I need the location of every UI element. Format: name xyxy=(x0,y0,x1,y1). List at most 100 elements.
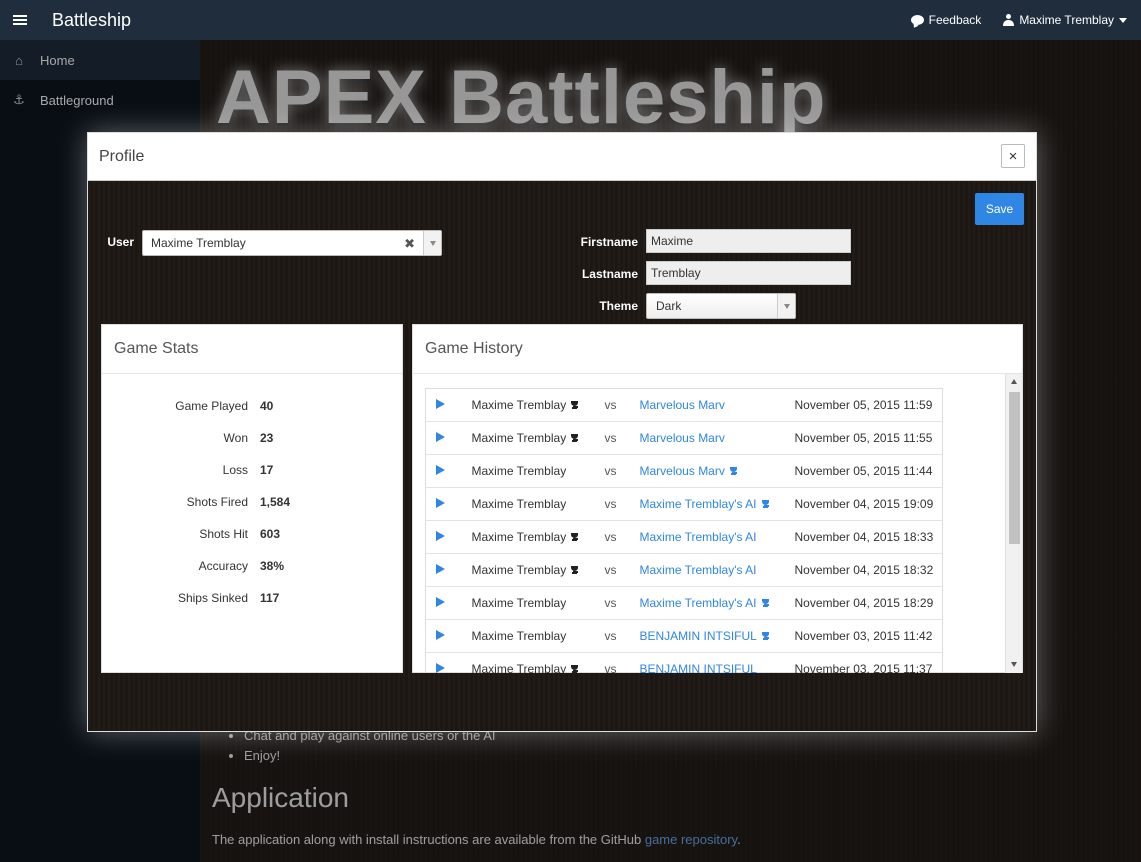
stat-value: 23 xyxy=(260,431,274,445)
vs-label: vs xyxy=(604,421,640,455)
opponent-link[interactable]: Maxime Tremblay's AI xyxy=(640,530,757,544)
replay-cell[interactable] xyxy=(425,619,472,653)
stat-value: 1,584 xyxy=(260,495,291,509)
dropdown-arrow-icon[interactable] xyxy=(777,294,795,318)
trophy-icon xyxy=(761,500,770,509)
trophy-icon xyxy=(729,467,738,476)
user-menu-label: Maxime Tremblay xyxy=(1019,13,1114,27)
play-icon[interactable] xyxy=(436,630,445,640)
opponent-link[interactable]: BENJAMIN INTSIFUL xyxy=(640,662,757,673)
menu-toggle-icon[interactable] xyxy=(0,0,40,40)
opponent-link[interactable]: BENJAMIN INTSIFUL xyxy=(640,629,757,643)
scrollbar[interactable] xyxy=(1005,374,1022,673)
opponent-link[interactable]: Marvelous Marv xyxy=(640,431,725,445)
user-select[interactable]: Maxime Tremblay ✖ xyxy=(142,230,442,256)
profile-dialog: Profile × Save User Maxime Tremblay ✖ Fi… xyxy=(87,132,1037,732)
stat-value: 117 xyxy=(260,591,280,605)
user-menu[interactable]: Maxime Tremblay xyxy=(1003,13,1127,27)
game-date: November 05, 2015 11:55 xyxy=(794,421,943,455)
top-navbar: Battleship Feedback Maxime Tremblay xyxy=(0,0,1141,40)
play-icon[interactable] xyxy=(436,663,445,673)
vs-label: vs xyxy=(604,520,640,554)
game-history-row[interactable]: Maxime Tremblay vs Marvelous Marv November … xyxy=(425,454,943,488)
opponent-cell[interactable]: Maxime Tremblay's AI xyxy=(639,520,795,554)
game-history-row[interactable]: Maxime Tremblay vs Maxime Tremblay's AI Nov… xyxy=(425,586,943,620)
lastname-field[interactable]: Tremblay xyxy=(646,261,851,285)
dropdown-arrow-icon[interactable] xyxy=(423,231,441,255)
vs-label: vs xyxy=(604,388,640,422)
play-icon[interactable] xyxy=(436,597,445,607)
replay-cell[interactable] xyxy=(425,520,472,554)
player1-name: Maxime Tremblay xyxy=(471,497,567,511)
feedback-label: Feedback xyxy=(928,13,982,27)
vs-label: vs xyxy=(604,553,640,587)
clear-icon[interactable]: ✖ xyxy=(404,236,415,252)
play-icon[interactable] xyxy=(436,498,445,508)
play-icon[interactable] xyxy=(436,399,445,409)
replay-cell[interactable] xyxy=(425,553,472,587)
vs-label: vs xyxy=(604,487,640,521)
replay-cell[interactable] xyxy=(425,454,472,488)
game-history-row[interactable]: Maxime Tremblay vs Maxime Tremblay's AI Nov… xyxy=(425,553,943,587)
stat-row: Shots Fired 1,584 xyxy=(102,486,402,518)
scroll-up-icon[interactable] xyxy=(1011,379,1017,384)
opponent-cell[interactable]: BENJAMIN INTSIFUL xyxy=(639,619,795,653)
close-button[interactable]: × xyxy=(1001,144,1025,168)
opponent-cell[interactable]: BENJAMIN INTSIFUL xyxy=(639,652,795,673)
player1-cell: Maxime Tremblay xyxy=(471,619,605,653)
replay-cell[interactable] xyxy=(425,652,472,673)
opponent-cell[interactable]: Marvelous Marv xyxy=(639,421,795,455)
player1-name: Maxime Tremblay xyxy=(471,629,567,643)
replay-cell[interactable] xyxy=(425,421,472,455)
opponent-link[interactable]: Maxime Tremblay's AI xyxy=(640,596,757,610)
app-title[interactable]: Battleship xyxy=(52,10,131,31)
opponent-cell[interactable]: Marvelous Marv xyxy=(639,388,795,422)
opponent-cell[interactable]: Maxime Tremblay's AI xyxy=(639,553,795,587)
game-date: November 05, 2015 11:44 xyxy=(794,454,943,488)
firstname-field[interactable]: Maxime xyxy=(646,229,851,253)
stat-label: Ships Sinked xyxy=(177,591,248,605)
game-history-scroll-area[interactable]: Maxime Tremblay vs Marvelous Marv November … xyxy=(413,374,1022,673)
scroll-down-icon[interactable] xyxy=(1011,662,1017,667)
play-icon[interactable] xyxy=(436,465,445,475)
play-icon[interactable] xyxy=(436,531,445,541)
stat-row: Won 23 xyxy=(102,422,402,454)
opponent-cell[interactable]: Maxime Tremblay's AI xyxy=(639,586,795,620)
feedback-link[interactable]: Feedback xyxy=(910,13,982,27)
game-history-row[interactable]: Maxime Tremblay vs Marvelous Marv November … xyxy=(425,388,943,422)
stat-label: Loss xyxy=(222,463,248,477)
opponent-cell[interactable]: Marvelous Marv xyxy=(639,454,795,488)
play-icon[interactable] xyxy=(436,564,445,574)
player1-cell: Maxime Tremblay xyxy=(471,421,605,455)
vs-label: vs xyxy=(604,619,640,653)
game-history-row[interactable]: Maxime Tremblay vs Maxime Tremblay's AI Nov… xyxy=(425,487,943,521)
replay-cell[interactable] xyxy=(425,388,472,422)
firstname-label: Firstname xyxy=(580,235,638,249)
game-date: November 04, 2015 18:29 xyxy=(794,586,943,620)
opponent-link[interactable]: Maxime Tremblay's AI xyxy=(640,497,757,511)
opponent-link[interactable]: Marvelous Marv xyxy=(640,464,725,478)
game-history-row[interactable]: Maxime Tremblay vs BENJAMIN INTSIFUL Novemb… xyxy=(425,619,943,653)
stat-label: Shots Hit xyxy=(199,527,248,541)
save-button[interactable]: Save xyxy=(975,193,1024,225)
opponent-link[interactable]: Marvelous Marv xyxy=(640,398,725,412)
player1-cell: Maxime Tremblay xyxy=(471,388,605,422)
replay-cell[interactable] xyxy=(425,487,472,521)
play-icon[interactable] xyxy=(436,432,445,442)
stat-label: Won xyxy=(223,431,248,445)
theme-select[interactable]: Dark xyxy=(646,293,796,319)
player1-name: Maxime Tremblay xyxy=(471,431,567,445)
game-history-row[interactable]: Maxime Tremblay vs BENJAMIN INTSIFUL Novemb… xyxy=(425,652,943,673)
opponent-cell[interactable]: Maxime Tremblay's AI xyxy=(639,487,795,521)
game-history-row[interactable]: Maxime Tremblay vs Marvelous Marv November … xyxy=(425,421,943,455)
game-history-panel: Game History Maxime Tremblay vs Marvelous … xyxy=(412,324,1023,673)
game-history-title: Game History xyxy=(413,325,1022,374)
game-history-row[interactable]: Maxime Tremblay vs Maxime Tremblay's AI Nov… xyxy=(425,520,943,554)
game-stats-list: Game Played 40 Won 23 Loss 17 Shots Fired 1,584… xyxy=(102,374,402,614)
vs-label: vs xyxy=(604,454,640,488)
replay-cell[interactable] xyxy=(425,586,472,620)
opponent-link[interactable]: Maxime Tremblay's AI xyxy=(640,563,757,577)
scrollbar-thumb[interactable] xyxy=(1009,392,1020,544)
lastname-label: Lastname xyxy=(581,267,638,281)
stat-row: Game Played 40 xyxy=(102,390,402,422)
